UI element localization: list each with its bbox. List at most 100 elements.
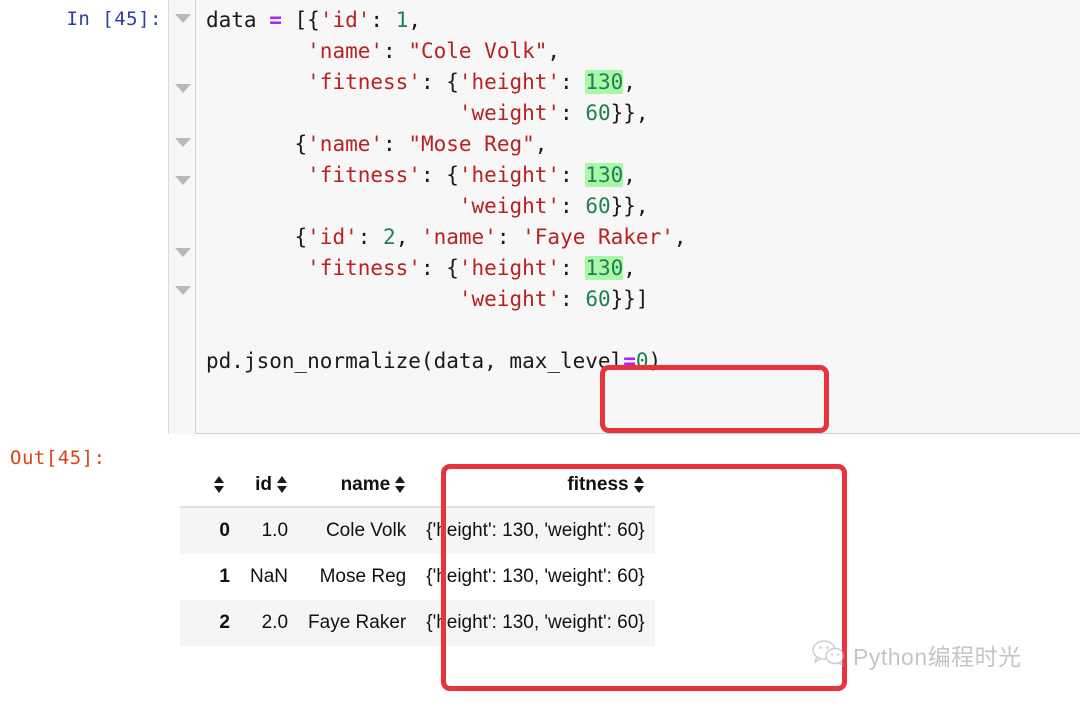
source-code: data = [{'id': 1, 'name': "Cole Volk", '…: [206, 5, 687, 377]
table-header-row: id name fitness: [180, 468, 655, 507]
chevron-down-icon[interactable]: [175, 286, 191, 295]
code-token: ,: [623, 163, 636, 187]
watermark-text: Python编程时光: [853, 644, 1022, 670]
sort-updown-icon[interactable]: [395, 476, 406, 493]
code-token: 60: [585, 287, 611, 311]
code-token: 1: [395, 8, 409, 32]
sort-updown-icon[interactable]: [633, 476, 645, 493]
output-prompt-label: Out[45]:: [10, 447, 106, 469]
code-token: ,: [673, 225, 687, 249]
code-token: 'height': [458, 163, 561, 187]
code-token: 'height': [458, 70, 561, 94]
column-header-id[interactable]: id: [240, 468, 298, 507]
code-token: :: [560, 70, 586, 94]
code-line: 'fitness': {'height': 130,: [206, 253, 687, 284]
code-token: ,: [534, 132, 548, 156]
column-header-index[interactable]: [180, 468, 240, 507]
code-token: data: [206, 8, 270, 32]
row-index-cell: 2: [219, 612, 230, 633]
code-token: pd.json_normalize(data, max_level: [206, 349, 624, 373]
sort-updown-icon[interactable]: [214, 476, 225, 493]
code-line: pd.json_normalize(data, max_level=0): [206, 346, 687, 377]
code-line: {'name': "Mose Reg",: [206, 129, 687, 160]
row-index-cell: 1: [219, 566, 230, 587]
code-token: 'height': [458, 256, 561, 280]
code-token: }},: [610, 194, 649, 218]
code-token: =: [623, 349, 636, 373]
code-line: data = [{'id': 1,: [206, 5, 687, 36]
code-token: 'name': [420, 225, 497, 249]
input-prompt-label: In [45]:: [66, 8, 162, 30]
chevron-down-icon[interactable]: [175, 248, 191, 257]
code-line: 'name': "Cole Volk",: [206, 36, 687, 67]
code-token: 'id': [307, 225, 358, 249]
code-collapse-gutter[interactable]: [168, 0, 196, 434]
code-line: 'fitness': {'height': 130,: [206, 160, 687, 191]
code-token: 'fitness': [307, 256, 421, 280]
code-token: 'weight': [458, 194, 561, 218]
code-token: "Mose Reg": [408, 132, 535, 156]
code-token: =: [269, 8, 282, 32]
code-editor-area[interactable]: data = [{'id': 1, 'name': "Cole Volk", '…: [196, 0, 1080, 434]
code-token: :: [383, 132, 409, 156]
code-token: 'name': [307, 39, 384, 63]
code-token: :: [560, 163, 586, 187]
code-line: {'id': 2, 'name': 'Faye Raker',: [206, 222, 687, 253]
chevron-down-icon[interactable]: [175, 14, 191, 23]
column-header-id-label: id: [255, 474, 273, 495]
dataframe-table: id name fitness 0 1.0 Cole Volk {'height': …: [180, 468, 655, 646]
code-token: : {: [420, 256, 459, 280]
code-token: ,: [623, 256, 636, 280]
code-token: 'fitness': [307, 70, 421, 94]
wechat-logo-icon: [812, 639, 846, 672]
table-body: 0 1.0 Cole Volk {'height': 130, 'weight': 6…: [180, 507, 655, 646]
cell-fitness: {'height': 130, 'weight': 60}: [426, 612, 645, 633]
code-token: :: [560, 194, 586, 218]
chevron-down-icon[interactable]: [175, 84, 191, 93]
code-token: [{: [281, 8, 320, 32]
code-token: :: [560, 101, 586, 125]
code-token: :: [560, 256, 586, 280]
code-line: 'weight': 60}},: [206, 98, 687, 129]
code-line: 'weight': 60}},: [206, 191, 687, 222]
code-token: 'weight': [458, 101, 561, 125]
code-token: :: [560, 287, 586, 311]
dataframe-output: id name fitness 0 1.0 Cole Volk {'height': …: [180, 468, 655, 646]
code-token: :: [496, 225, 523, 249]
column-header-fitness-label: fitness: [567, 474, 629, 495]
column-header-name[interactable]: name: [298, 468, 416, 507]
cell-fitness: {'height': 130, 'weight': 60}: [426, 520, 645, 541]
table-head: id name fitness: [180, 468, 655, 507]
table-row: 0 1.0 Cole Volk {'height': 130, 'weight': 6…: [180, 507, 655, 554]
code-token-highlighted: 130: [585, 256, 624, 280]
code-token: :: [370, 8, 396, 32]
code-token: 2: [383, 225, 396, 249]
column-header-fitness[interactable]: fitness: [416, 468, 654, 507]
code-token: ,: [623, 70, 636, 94]
cell-fitness: {'height': 130, 'weight': 60}: [426, 566, 645, 587]
code-line: 'weight': 60}}]: [206, 284, 687, 315]
cell-id: 2.0: [261, 612, 289, 633]
chevron-down-icon[interactable]: [175, 176, 191, 185]
table-row: 1 NaN Mose Reg {'height': 130, 'weight': 60…: [180, 554, 655, 600]
cell-name: Cole Volk: [325, 520, 407, 541]
column-header-name-label: name: [340, 474, 391, 495]
code-token: 'weight': [458, 287, 561, 311]
watermark: Python编程时光: [812, 638, 1022, 672]
table-row: 2 2.0 Faye Raker {'height': 130, 'weight': …: [180, 600, 655, 646]
code-token-highlighted: 130: [585, 163, 624, 187]
code-token: ,: [408, 8, 421, 32]
sort-updown-icon[interactable]: [277, 476, 288, 493]
code-line: 'fitness': {'height': 130,: [206, 67, 687, 98]
code-token: 0: [635, 349, 649, 373]
code-token: 60: [585, 194, 611, 218]
code-token: {: [206, 225, 308, 249]
code-token: 'name': [307, 132, 384, 156]
chevron-down-icon[interactable]: [175, 138, 191, 147]
code-token: 60: [585, 101, 611, 125]
